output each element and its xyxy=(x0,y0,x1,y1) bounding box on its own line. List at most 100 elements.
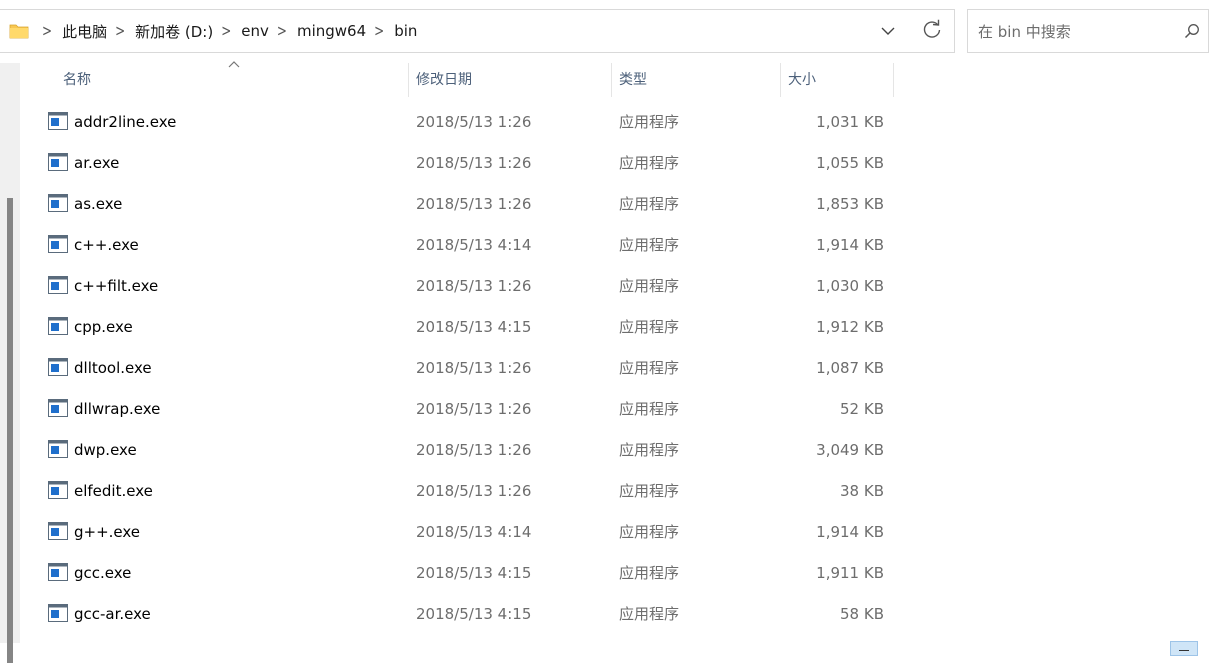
file-type: 应用程序 xyxy=(619,482,680,500)
column-name-header[interactable]: 名称 xyxy=(63,63,91,97)
column-type-header[interactable]: 类型 xyxy=(619,63,647,97)
file-name: dwp.exe xyxy=(74,441,137,459)
file-size: 1,031 KB xyxy=(816,113,884,131)
file-date: 2018/5/13 4:15 xyxy=(416,564,532,582)
column-divider[interactable] xyxy=(611,63,612,97)
column-divider[interactable] xyxy=(408,63,409,97)
exe-file-icon xyxy=(48,194,68,212)
address-bar[interactable]: > 此电脑 > 新加卷 (D:) > env > mingw64 > bin xyxy=(0,9,955,53)
file-type: 应用程序 xyxy=(619,564,680,582)
file-size: 52 KB xyxy=(840,400,884,418)
file-type: 应用程序 xyxy=(619,195,680,213)
file-name: elfedit.exe xyxy=(74,482,153,500)
search-input[interactable] xyxy=(976,20,1180,44)
list-item[interactable]: gcc-ar.exe 2018/5/13 4:15 应用程序 58 KB xyxy=(40,594,900,635)
breadcrumb-this-pc[interactable]: 此电脑 xyxy=(60,21,109,42)
file-date: 2018/5/13 1:26 xyxy=(416,482,532,500)
file-type: 应用程序 xyxy=(619,400,680,418)
file-type: 应用程序 xyxy=(619,359,680,377)
list-item[interactable]: elfedit.exe 2018/5/13 1:26 应用程序 38 KB xyxy=(40,471,900,512)
chevron-right-icon[interactable]: > xyxy=(374,22,384,40)
file-type: 应用程序 xyxy=(619,441,680,459)
details-view-icon[interactable] xyxy=(1170,641,1198,656)
vertical-scrollbar[interactable] xyxy=(0,63,20,663)
file-name: cpp.exe xyxy=(74,318,133,336)
exe-file-icon xyxy=(48,112,68,130)
breadcrumb: > 此电脑 > 新加卷 (D:) > env > mingw64 > bin xyxy=(36,10,419,52)
list-item[interactable]: dllwrap.exe 2018/5/13 1:26 应用程序 52 KB xyxy=(40,389,900,430)
exe-file-icon xyxy=(48,317,68,335)
column-size-header[interactable]: 大小 xyxy=(788,63,816,97)
chevron-right-icon[interactable]: > xyxy=(221,22,231,40)
file-date: 2018/5/13 1:26 xyxy=(416,441,532,459)
file-name: g++.exe xyxy=(74,523,141,541)
exe-file-icon xyxy=(48,153,68,171)
file-name: c++.exe xyxy=(74,236,139,254)
file-name: addr2line.exe xyxy=(74,113,177,131)
file-size: 3,049 KB xyxy=(816,441,884,459)
exe-file-icon xyxy=(48,235,68,253)
exe-file-icon xyxy=(48,440,68,458)
breadcrumb-mingw64[interactable]: mingw64 xyxy=(295,22,368,40)
list-item[interactable]: addr2line.exe 2018/5/13 1:26 应用程序 1,031 … xyxy=(40,102,900,143)
file-date: 2018/5/13 1:26 xyxy=(416,277,532,295)
file-date: 2018/5/13 4:15 xyxy=(416,605,532,623)
column-date-header[interactable]: 修改日期 xyxy=(416,63,472,97)
file-type: 应用程序 xyxy=(619,523,680,541)
file-date: 2018/5/13 4:14 xyxy=(416,523,532,541)
file-date: 2018/5/13 1:26 xyxy=(416,400,532,418)
breadcrumb-env[interactable]: env xyxy=(239,22,271,40)
file-name: as.exe xyxy=(74,195,123,213)
exe-file-icon xyxy=(48,399,68,417)
exe-file-icon xyxy=(48,276,68,294)
file-size: 1,911 KB xyxy=(816,564,884,582)
exe-file-icon xyxy=(48,358,68,376)
file-date: 2018/5/13 4:14 xyxy=(416,236,532,254)
file-size: 1,914 KB xyxy=(816,236,884,254)
file-name: gcc.exe xyxy=(74,564,132,582)
list-item[interactable]: as.exe 2018/5/13 1:26 应用程序 1,853 KB xyxy=(40,184,900,225)
chevron-down-icon[interactable] xyxy=(876,20,900,42)
search-icon[interactable] xyxy=(1184,23,1200,39)
list-item[interactable]: dwp.exe 2018/5/13 1:26 应用程序 3,049 KB xyxy=(40,430,900,471)
file-name: dllwrap.exe xyxy=(74,400,161,418)
list-item[interactable]: c++.exe 2018/5/13 4:14 应用程序 1,914 KB xyxy=(40,225,900,266)
list-item[interactable]: g++.exe 2018/5/13 4:14 应用程序 1,914 KB xyxy=(40,512,900,553)
scrollbar-thumb[interactable] xyxy=(7,198,13,663)
exe-file-icon xyxy=(48,604,68,622)
column-header: 名称 修改日期 类型 大小 xyxy=(0,61,1209,97)
file-size: 1,912 KB xyxy=(816,318,884,336)
file-size: 1,030 KB xyxy=(816,277,884,295)
chevron-right-icon[interactable]: > xyxy=(42,22,52,40)
file-name: gcc-ar.exe xyxy=(74,605,151,623)
file-size: 38 KB xyxy=(840,482,884,500)
column-divider[interactable] xyxy=(780,63,781,97)
file-size: 1,087 KB xyxy=(816,359,884,377)
breadcrumb-volume-d[interactable]: 新加卷 (D:) xyxy=(133,21,215,42)
column-divider[interactable] xyxy=(893,63,894,97)
file-size: 1,055 KB xyxy=(816,154,884,172)
chevron-right-icon[interactable]: > xyxy=(115,22,125,40)
list-item[interactable]: cpp.exe 2018/5/13 4:15 应用程序 1,912 KB xyxy=(40,307,900,348)
list-item[interactable]: dlltool.exe 2018/5/13 1:26 应用程序 1,087 KB xyxy=(40,348,900,389)
exe-file-icon xyxy=(48,522,68,540)
file-date: 2018/5/13 1:26 xyxy=(416,154,532,172)
list-item[interactable]: gcc.exe 2018/5/13 4:15 应用程序 1,911 KB xyxy=(40,553,900,594)
breadcrumb-bin[interactable]: bin xyxy=(392,22,419,40)
file-type: 应用程序 xyxy=(619,605,680,623)
file-size: 1,853 KB xyxy=(816,195,884,213)
file-date: 2018/5/13 1:26 xyxy=(416,113,532,131)
list-item[interactable]: ar.exe 2018/5/13 1:26 应用程序 1,055 KB xyxy=(40,143,900,184)
file-type: 应用程序 xyxy=(619,236,680,254)
exe-file-icon xyxy=(48,563,68,581)
exe-file-icon xyxy=(48,481,68,499)
file-name: c++filt.exe xyxy=(74,277,159,295)
folder-icon xyxy=(9,24,29,39)
refresh-icon[interactable] xyxy=(920,18,944,42)
search-box[interactable] xyxy=(967,9,1209,53)
file-name: ar.exe xyxy=(74,154,120,172)
sort-ascending-icon xyxy=(228,61,240,68)
file-name: dlltool.exe xyxy=(74,359,152,377)
chevron-right-icon[interactable]: > xyxy=(277,22,287,40)
list-item[interactable]: c++filt.exe 2018/5/13 1:26 应用程序 1,030 KB xyxy=(40,266,900,307)
